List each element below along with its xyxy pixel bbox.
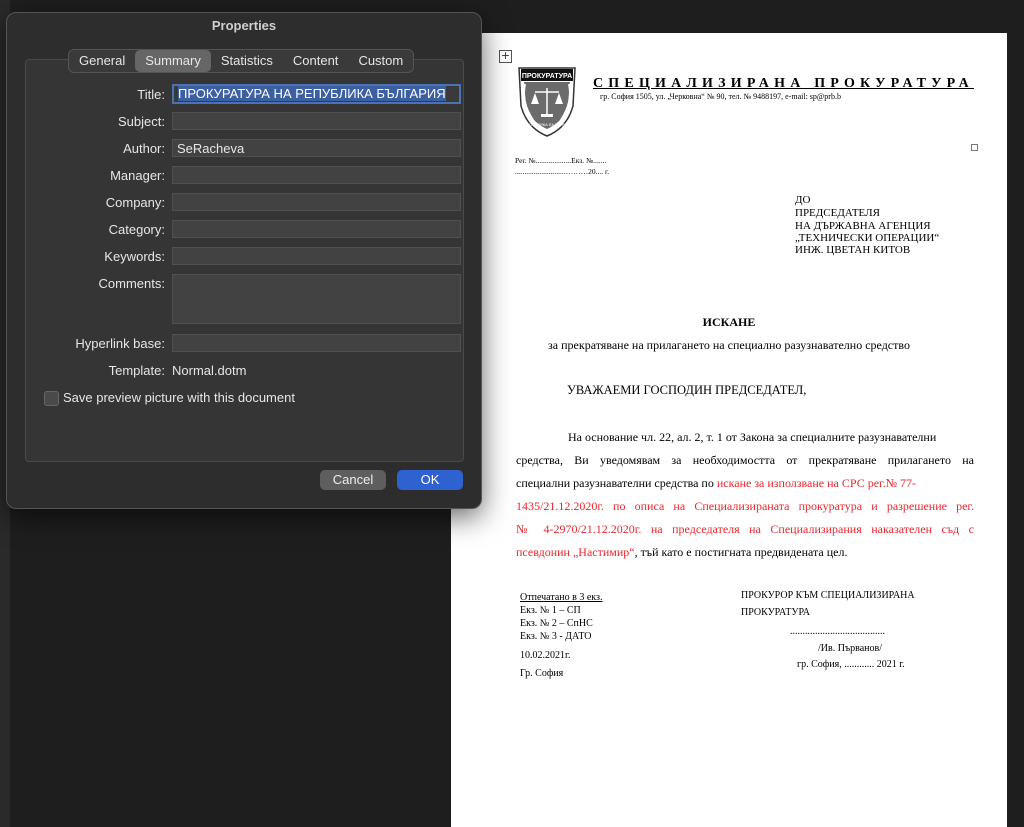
save-preview-label[interactable]: Save preview picture with this document bbox=[63, 390, 295, 405]
title-label: Title: bbox=[137, 87, 165, 102]
subject-field[interactable] bbox=[172, 112, 461, 130]
signature-city-date: гр. София, ............ 2021 г. bbox=[797, 659, 905, 670]
tab-general[interactable]: General bbox=[69, 50, 135, 72]
text-boundary-marker bbox=[971, 144, 978, 151]
company-field[interactable] bbox=[172, 193, 461, 211]
manager-field[interactable] bbox=[172, 166, 461, 184]
ok-button[interactable]: OK bbox=[397, 470, 463, 490]
tab-statistics[interactable]: Statistics bbox=[211, 50, 283, 72]
recipient-line: „ТЕХНИЧЕСКИ ОПЕРАЦИИ“ bbox=[795, 232, 940, 244]
title-field[interactable]: ПРОКУРАТУРА НА РЕПУБЛИКА БЪЛГАРИЯ bbox=[172, 84, 461, 104]
document-subheading: за прекратяване на прилагането на специа… bbox=[548, 338, 910, 352]
category-field[interactable] bbox=[172, 220, 461, 238]
hyperlink-base-label: Hyperlink base: bbox=[75, 336, 165, 351]
save-preview-checkbox[interactable] bbox=[44, 391, 59, 406]
greeting: УВАЖАЕМИ ГОСПОДИН ПРЕДСЕДАТЕЛ, bbox=[567, 383, 807, 397]
body-line: специални разузнавателни средства по иск… bbox=[516, 476, 916, 491]
recipient-line: НА ДЪРЖАВНА АГЕНЦИЯ bbox=[795, 220, 931, 232]
cancel-button[interactable]: Cancel bbox=[320, 470, 386, 490]
template-value: Normal.dotm bbox=[172, 363, 247, 378]
signature-line: ...................................... bbox=[790, 626, 885, 637]
manager-label: Manager: bbox=[110, 168, 165, 183]
document-date: 10.02.2021г. bbox=[520, 650, 571, 661]
copy-line: Екз. № 1 – СП bbox=[520, 605, 581, 616]
hyperlink-base-field[interactable] bbox=[172, 334, 461, 352]
dialog-title: Properties bbox=[211, 18, 277, 33]
copies-note: Отпечатано в 3 екз. bbox=[520, 592, 603, 603]
organization-name: СПЕЦИАЛИЗИРАНА ПРОКУРАТУРА bbox=[593, 76, 974, 91]
svg-text:ПРОКУРАТУРА: ПРОКУРАТУРА bbox=[522, 73, 572, 80]
tab-bar: General Summary Statistics Content Custo… bbox=[68, 49, 415, 73]
tab-summary[interactable]: Summary bbox=[135, 50, 211, 72]
request-reference: искане за използване на СРС рег.№ 77- bbox=[716, 476, 917, 490]
category-label: Category: bbox=[108, 222, 165, 237]
document-heading: ИСКАНЕ bbox=[702, 315, 756, 329]
author-field[interactable]: SeRacheva bbox=[172, 139, 461, 157]
tab-content[interactable]: Content bbox=[283, 50, 349, 72]
copy-line: Екз. № 2 – СпНС bbox=[520, 618, 593, 629]
body-line: № 4-2970/21.12.2020г. на председателя на… bbox=[516, 522, 974, 536]
registration-date-line: ...........................………20.... г. bbox=[515, 167, 610, 176]
signer-title: ПРОКУРАТУРА bbox=[741, 607, 810, 618]
document-city: Гр. София bbox=[520, 668, 564, 679]
subject-label: Subject: bbox=[118, 114, 165, 129]
body-line: псевдонин „Настимир“, тъй като е постигн… bbox=[516, 545, 847, 560]
body-text: , тъй като е постигната предвидената цел… bbox=[634, 545, 848, 559]
table-move-handle-icon[interactable]: + bbox=[499, 50, 512, 63]
body-line: На основание чл. 22, ал. 2, т. 1 от Зако… bbox=[568, 430, 937, 444]
template-label: Template: bbox=[108, 363, 165, 378]
tab-custom[interactable]: Custom bbox=[348, 50, 413, 72]
organization-address: гр. София 1505, ул. „Черковна“ № 90, тел… bbox=[600, 92, 841, 101]
keywords-field[interactable] bbox=[172, 247, 461, 265]
properties-dialog: Properties Title: ПРОКУРАТУРА НА РЕПУБЛИ… bbox=[6, 12, 482, 509]
pseudonym: псевдонин „Настимир“ bbox=[516, 545, 635, 559]
signer-name: /Ив. Първанов/ bbox=[818, 643, 882, 654]
comments-label: Comments: bbox=[98, 276, 165, 291]
svg-text:РЕПУБЛИКА БЪЛГАРИЯ: РЕПУБЛИКА БЪЛГАРИЯ bbox=[524, 122, 570, 127]
body-text: специални разузнавателни средства по bbox=[516, 476, 717, 490]
author-label: Author: bbox=[123, 141, 165, 156]
recipient-line: ИНЖ. ЦВЕТАН КИТОВ bbox=[795, 244, 911, 256]
title-value: ПРОКУРАТУРА НА РЕПУБЛИКА БЪЛГАРИЯ bbox=[178, 86, 446, 101]
body-line: 1435/21.12.2020г. по описа на Специализи… bbox=[516, 499, 974, 513]
signer-title: ПРОКУРОР КЪМ СПЕЦИАЛИЗИРАНА bbox=[741, 590, 915, 601]
prosecution-logo: ПРОКУРАТУРА РЕПУБЛИКА БЪЛГАРИЯ bbox=[518, 67, 576, 137]
recipient-line: ДО bbox=[795, 194, 811, 206]
copy-line: Екз. № 3 - ДАТО bbox=[520, 631, 592, 642]
comments-field[interactable] bbox=[172, 274, 461, 324]
company-label: Company: bbox=[105, 195, 165, 210]
registration-line: Рег. №...................Екз. №....... bbox=[515, 156, 607, 165]
recipient-line: ПРЕДСЕДАТЕЛЯ bbox=[795, 207, 880, 219]
keywords-label: Keywords: bbox=[104, 249, 165, 264]
body-line: средства, Ви уведомявам за необходимостт… bbox=[516, 453, 974, 467]
